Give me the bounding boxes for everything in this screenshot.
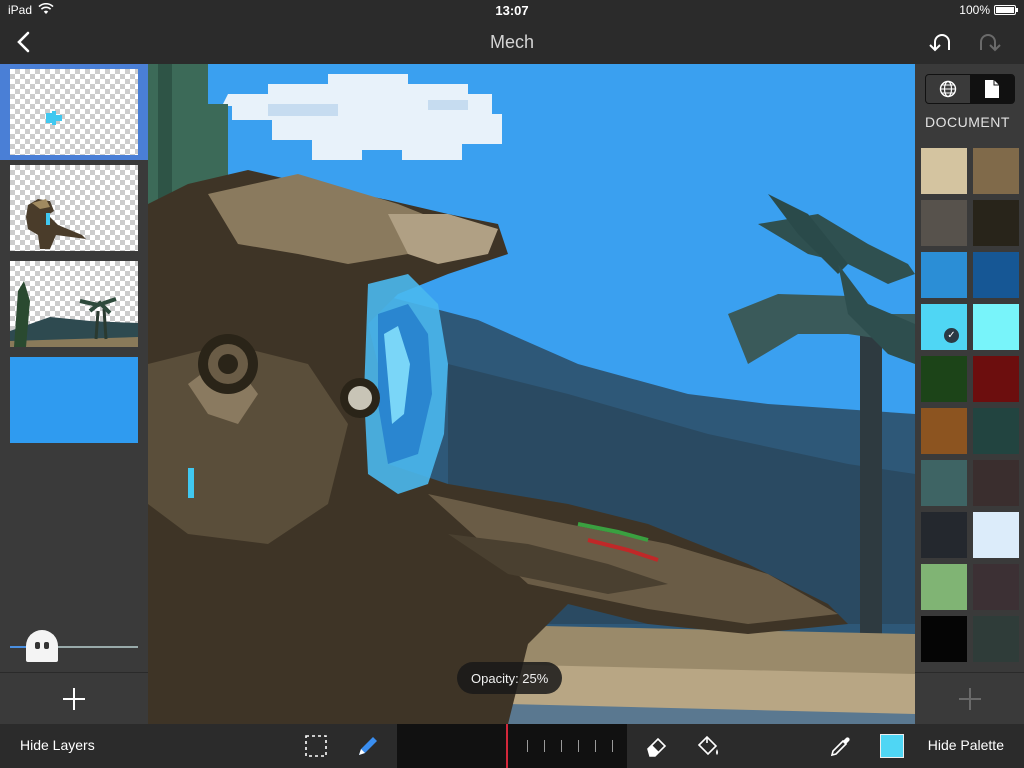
hide-palette-button[interactable]: Hide Palette [928, 737, 1004, 753]
color-swatch[interactable] [921, 616, 967, 662]
hide-layers-button[interactable]: Hide Layers [20, 737, 95, 753]
clock: 13:07 [495, 2, 529, 18]
palette-panel: DOCUMENT ✓ [915, 64, 1024, 724]
color-swatch[interactable] [921, 252, 967, 298]
color-swatch[interactable] [973, 564, 1019, 610]
color-swatch[interactable] [921, 356, 967, 402]
eyedropper-icon[interactable] [827, 732, 855, 760]
device-name: iPad [8, 3, 33, 17]
add-color-button[interactable] [915, 672, 1024, 724]
color-swatch[interactable] [973, 252, 1019, 298]
opacity-toast: Opacity: 25% [457, 662, 563, 694]
color-swatch[interactable] [921, 200, 967, 246]
color-swatch[interactable] [973, 356, 1019, 402]
layer-item-3[interactable] [0, 256, 148, 352]
pixel-artwork [148, 64, 915, 724]
layer-opacity-slider[interactable] [0, 620, 148, 672]
battery-percent: 100% [959, 3, 990, 17]
color-swatch[interactable] [921, 512, 967, 558]
status-bar: iPad 13:07 100% [0, 0, 1024, 20]
color-swatch[interactable]: ✓ [921, 304, 967, 350]
paint-bucket-icon[interactable] [694, 732, 722, 760]
checkmark-icon: ✓ [944, 328, 959, 343]
add-layer-button[interactable] [0, 672, 148, 724]
pencil-icon[interactable] [354, 732, 382, 760]
ghost-icon[interactable] [26, 630, 58, 662]
layer-item-4[interactable] [0, 352, 148, 448]
layer-thumbnail [10, 357, 138, 443]
color-swatch[interactable] [973, 200, 1019, 246]
chevron-left-icon[interactable] [8, 26, 40, 58]
color-swatch[interactable] [973, 512, 1019, 558]
color-swatch[interactable] [973, 408, 1019, 454]
color-swatch[interactable] [973, 148, 1019, 194]
frame-timeline[interactable] [397, 724, 627, 768]
color-swatch[interactable] [973, 616, 1019, 662]
globe-icon[interactable] [926, 75, 970, 103]
drawing-canvas[interactable]: Opacity: 25% [148, 64, 915, 724]
eraser-icon[interactable] [643, 732, 671, 760]
color-swatch[interactable] [921, 460, 967, 506]
color-swatch[interactable] [921, 564, 967, 610]
color-swatch[interactable] [921, 148, 967, 194]
wifi-icon [38, 2, 54, 18]
layers-panel [0, 64, 148, 724]
plus-icon [958, 687, 981, 710]
bottom-toolbar: Hide Layers Hide Palette [0, 724, 1024, 768]
document-icon[interactable] [970, 75, 1014, 103]
color-swatch[interactable] [973, 304, 1019, 350]
swatch-grid: ✓ [921, 148, 1021, 662]
redo-icon[interactable] [974, 26, 1006, 58]
selection-tool-icon[interactable] [302, 732, 330, 760]
color-swatch[interactable] [973, 460, 1019, 506]
battery-icon [994, 5, 1018, 15]
current-color-swatch[interactable] [880, 734, 904, 758]
nav-bar: Mech [0, 20, 1024, 64]
timeline-playhead[interactable] [506, 724, 508, 768]
palette-scope-label: DOCUMENT [925, 114, 1010, 130]
layer-thumbnail [10, 69, 138, 155]
undo-icon[interactable] [924, 26, 956, 58]
palette-scope-segmented-control[interactable] [925, 74, 1015, 104]
layer-thumbnail [10, 261, 138, 347]
layer-item-1[interactable] [0, 64, 148, 160]
document-title: Mech [489, 31, 534, 52]
layer-thumbnail [10, 165, 138, 251]
plus-icon [63, 687, 85, 710]
color-swatch[interactable] [921, 408, 967, 454]
layer-item-2[interactable] [0, 160, 148, 256]
